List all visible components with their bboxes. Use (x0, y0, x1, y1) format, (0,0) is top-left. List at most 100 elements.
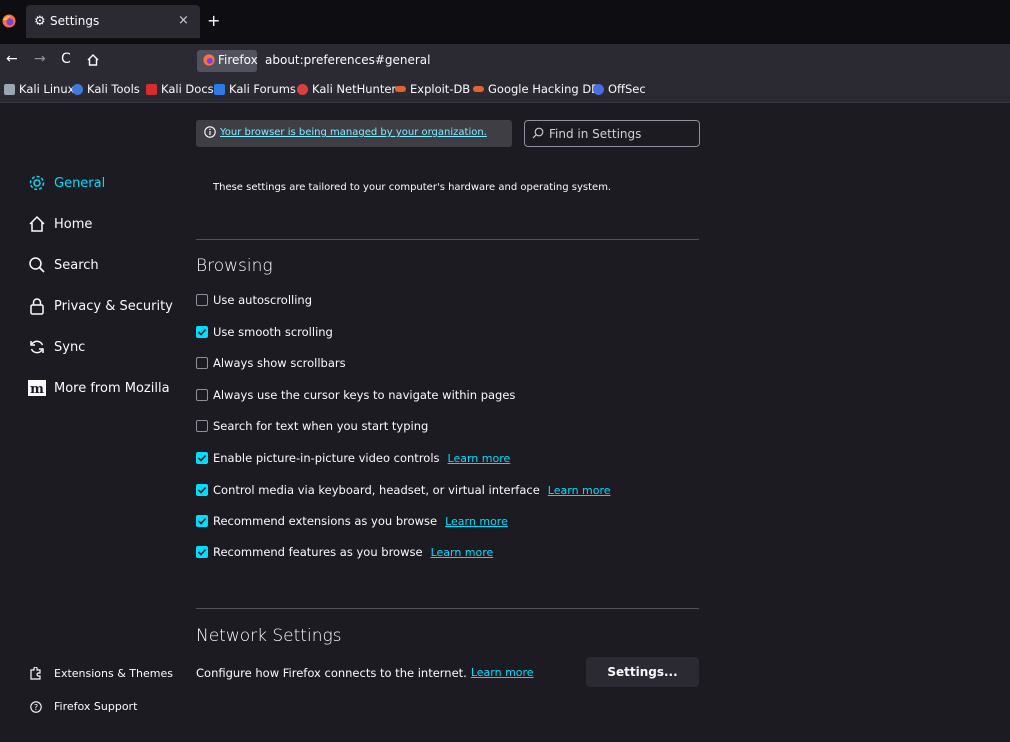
bookmark-kali-nethunter[interactable]: Kali NetHunter (297, 82, 396, 96)
sidebar-item-privacy-security[interactable]: Privacy & Security (28, 297, 173, 315)
browsing-heading: Browsing (196, 256, 273, 276)
learn-more-link[interactable]: Learn more (548, 484, 611, 497)
bookmark-kali-linux[interactable]: Kali Linux (4, 82, 74, 96)
option-picture-in-picture[interactable]: Enable picture-in-picture video controls… (196, 451, 510, 465)
bookmark-kali-forums[interactable]: Kali Forums (214, 82, 296, 96)
new-tab-button[interactable]: + (207, 11, 220, 30)
bookmark-label: Kali NetHunter (312, 82, 397, 96)
reload-button[interactable]: C (61, 51, 71, 67)
option-label: Control media via keyboard, headset, or … (213, 483, 540, 497)
option-recommend-features[interactable]: Recommend features as you browse Learn m… (196, 545, 493, 559)
tab-settings[interactable]: ⚙ Settings × (26, 5, 200, 38)
checkbox-checked[interactable] (196, 452, 208, 464)
option-label: Recommend features as you browse (213, 545, 423, 559)
option-label: Always use the cursor keys to navigate w… (213, 388, 516, 402)
network-description: Configure how Firefox connects to the in… (196, 666, 534, 680)
nethunter-icon (297, 83, 308, 95)
sidebar-item-label: General (54, 175, 106, 191)
gear-icon (29, 175, 45, 191)
option-search-when-typing[interactable]: Search for text when you start typing (196, 419, 428, 433)
network-settings-button[interactable]: Settings... (586, 657, 699, 687)
home-button-icon[interactable] (86, 53, 100, 67)
option-label: Use smooth scrolling (213, 325, 333, 339)
option-label: Search for text when you start typing (213, 419, 429, 433)
checkmark-icon (197, 548, 207, 556)
bookmark-offsec[interactable]: OffSec (593, 82, 646, 96)
sidebar-item-label: Privacy & Security (54, 298, 173, 314)
option-smooth-scrolling[interactable]: Use smooth scrolling (196, 325, 333, 339)
mozilla-m-icon: m (28, 380, 46, 397)
bookmark-label: Kali Forums (229, 82, 296, 96)
sidebar-item-search[interactable]: Search (28, 256, 99, 274)
sidebar-item-more-from-mozilla[interactable]: m More from Mozilla (28, 379, 170, 397)
info-icon (204, 126, 216, 138)
nav-bar: ← → C Firefox about:preferences#general (0, 44, 1010, 76)
identity-box[interactable]: Firefox (197, 50, 258, 72)
sidebar-item-sync[interactable]: Sync (28, 338, 85, 356)
puzzle-icon (30, 667, 41, 680)
preferences-page: General Home Search Privacy & Security S… (0, 103, 1010, 742)
firefox-logo-icon (203, 54, 215, 66)
ghdb-icon (473, 86, 484, 92)
sidebar-item-general[interactable]: General (28, 174, 105, 192)
option-recommend-extensions[interactable]: Recommend extensions as you browse Learn… (196, 514, 508, 528)
tab-strip: ⚙ Settings × + (0, 0, 1010, 44)
bookmark-kali-tools[interactable]: Kali Tools (72, 82, 140, 96)
learn-more-link[interactable]: Learn more (448, 452, 511, 465)
sidebar-item-home[interactable]: Home (28, 215, 92, 233)
option-cursor-keys[interactable]: Always use the cursor keys to navigate w… (196, 388, 515, 402)
lock-icon (30, 298, 44, 315)
sidebar-item-label: Search (54, 257, 99, 273)
svg-text:m: m (30, 382, 44, 397)
bookmark-kali-docs[interactable]: Kali Docs (146, 82, 214, 96)
option-media-control[interactable]: Control media via keyboard, headset, or … (196, 483, 611, 497)
checkmark-icon (197, 517, 207, 525)
bookmark-label: Kali Linux (19, 82, 75, 96)
checkbox-checked[interactable] (196, 546, 208, 558)
kali-dragon-icon (4, 83, 15, 95)
checkbox[interactable] (196, 420, 208, 432)
url-bar[interactable]: Firefox about:preferences#general (196, 48, 1010, 74)
forward-button[interactable]: → (34, 51, 46, 67)
checkbox[interactable] (196, 357, 208, 369)
bookmarks-toolbar: Kali Linux Kali Tools Kali Docs Kali For… (0, 76, 1010, 103)
firefox-logo-icon[interactable] (2, 14, 16, 28)
learn-more-link[interactable]: Learn more (445, 515, 508, 528)
tailored-notice: These settings are tailored to your comp… (213, 182, 612, 193)
divider (196, 608, 699, 609)
sidebar-firefox-support[interactable]: ? Firefox Support (30, 700, 137, 713)
help-icon: ? (30, 700, 42, 713)
learn-more-link[interactable]: Learn more (471, 666, 534, 680)
find-in-settings[interactable] (524, 120, 700, 147)
sidebar-item-label: Home (54, 216, 93, 232)
tab-title: Settings (50, 14, 100, 28)
checkmark-icon (197, 328, 207, 336)
exploit-db-icon (395, 86, 406, 92)
url-text[interactable]: about:preferences#general (265, 53, 431, 67)
identity-label: Firefox (218, 53, 258, 67)
checkbox-checked[interactable] (196, 326, 208, 338)
option-show-scrollbars[interactable]: Always show scrollbars (196, 356, 346, 370)
bookmark-label: OffSec (608, 82, 646, 96)
checkbox-checked[interactable] (196, 484, 208, 496)
back-button[interactable]: ← (6, 51, 18, 67)
sidebar-extensions-themes[interactable]: Extensions & Themes (30, 667, 173, 680)
policy-link[interactable]: Your browser is being managed by your or… (220, 127, 487, 138)
checkbox-checked[interactable] (196, 515, 208, 527)
option-autoscrolling[interactable]: Use autoscrolling (196, 293, 312, 307)
policy-notice: Your browser is being managed by your or… (196, 120, 512, 147)
kali-tools-icon (72, 83, 83, 95)
bookmark-google-hacking-db[interactable]: Google Hacking DB (473, 82, 599, 96)
svg-text:?: ? (34, 702, 38, 711)
checkbox[interactable] (196, 294, 208, 306)
option-label: Use autoscrolling (213, 293, 313, 307)
option-label: Always show scrollbars (213, 356, 346, 370)
checkbox[interactable] (196, 389, 208, 401)
option-label: Enable picture-in-picture video controls (213, 451, 440, 465)
home-icon (29, 215, 45, 232)
close-tab-icon[interactable]: × (178, 13, 189, 28)
learn-more-link[interactable]: Learn more (431, 546, 494, 559)
bookmark-label: Kali Docs (161, 82, 214, 96)
bookmark-exploit-db[interactable]: Exploit-DB (395, 82, 470, 96)
find-in-settings-input[interactable] (547, 124, 691, 144)
